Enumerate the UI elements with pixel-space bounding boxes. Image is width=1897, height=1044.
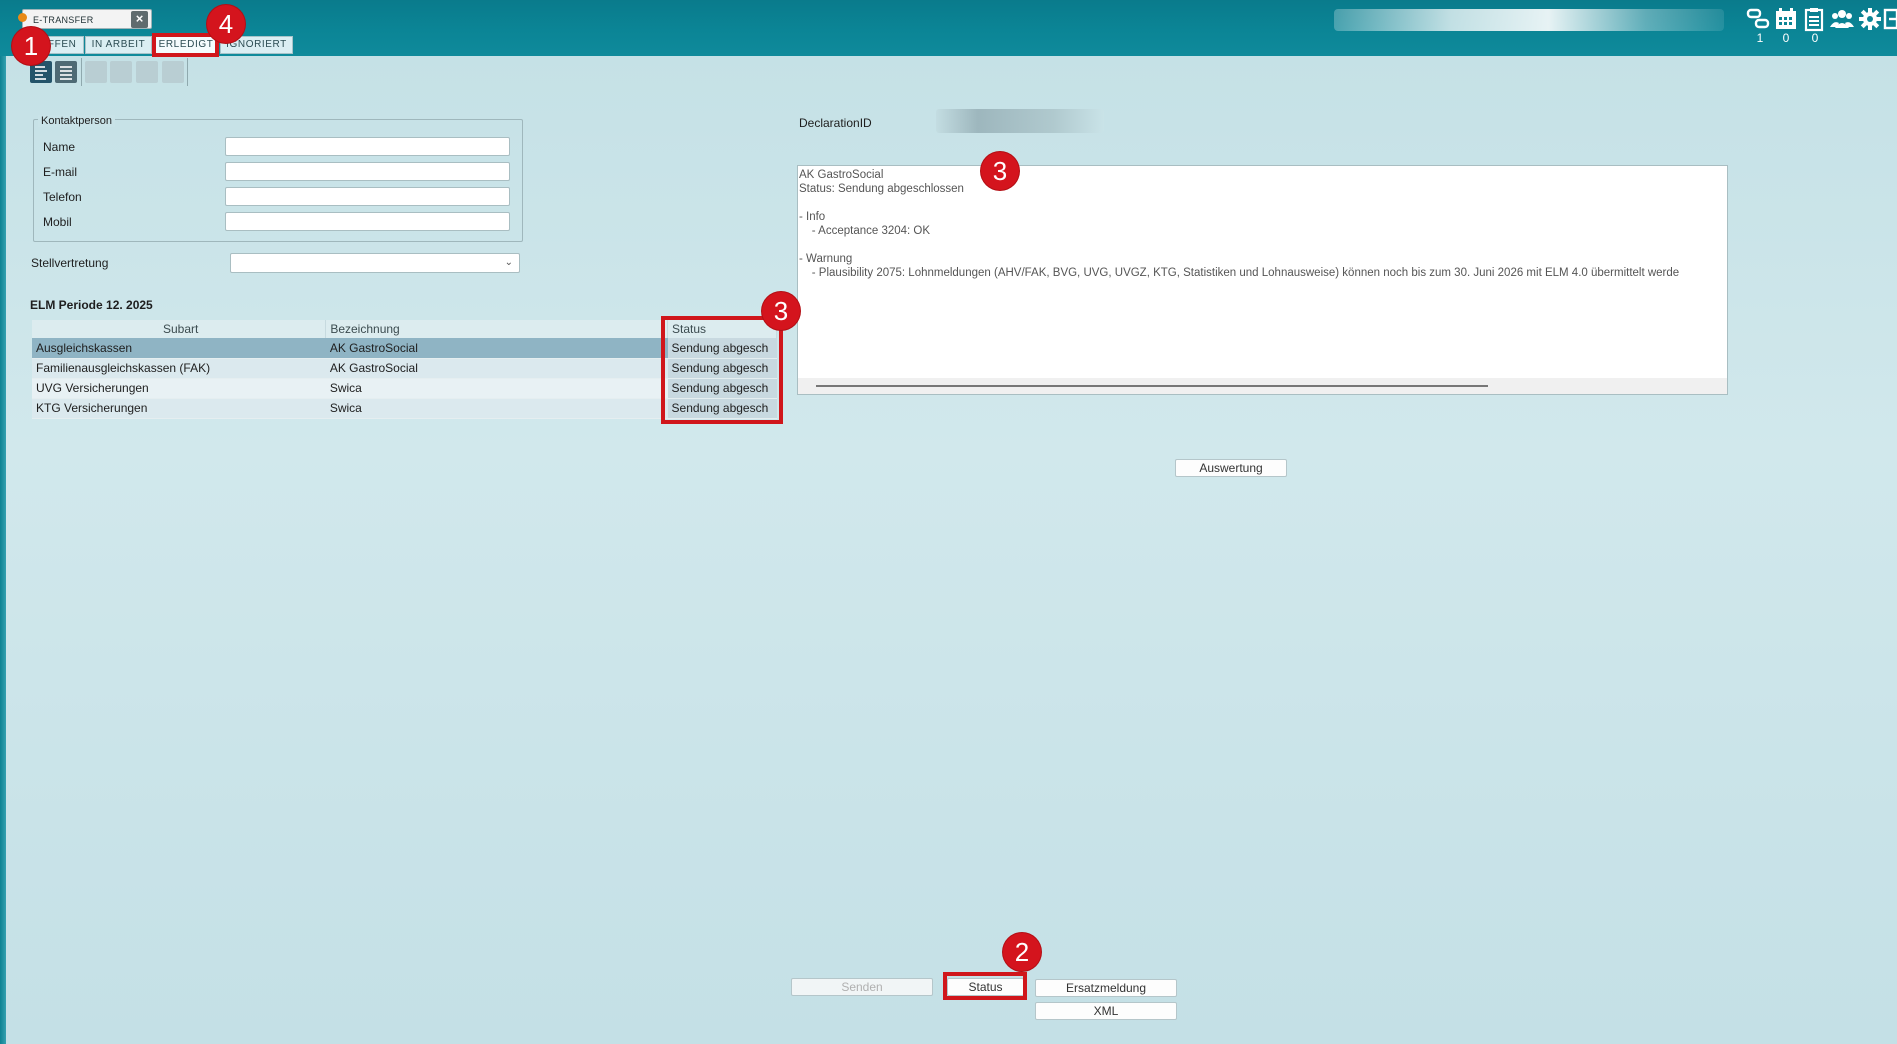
name-field[interactable] xyxy=(225,137,510,156)
log-line: - Acceptance 3204: OK xyxy=(799,225,931,237)
scrollbar-thumb[interactable] xyxy=(816,385,1488,387)
toolbar-divider xyxy=(81,58,82,86)
cell-bezeichnung: AK GastroSocial xyxy=(325,358,668,379)
step-marker-4: 4 xyxy=(207,5,245,43)
users-icon[interactable] xyxy=(1829,6,1855,32)
toolbar-button-disabled[interactable] xyxy=(110,61,132,83)
stellvertretung-select[interactable]: ⌄ xyxy=(230,253,520,273)
cell-bezeichnung: Swica xyxy=(325,398,668,419)
declaration-id-value-redacted xyxy=(936,109,1104,133)
ersatzmeldung-button[interactable]: Ersatzmeldung xyxy=(1035,979,1177,997)
close-icon[interactable]: × xyxy=(131,11,148,28)
status-log-textarea[interactable]: AK GastroSocial Status: Sendung abgeschl… xyxy=(797,165,1728,395)
list-view-icon[interactable] xyxy=(55,61,77,83)
elm-period-title: ELM Periode 12. 2025 xyxy=(30,298,153,312)
log-line: - Plausibility 2075: Lohnmeldungen (AHV/… xyxy=(799,267,1680,279)
gear-icon[interactable] xyxy=(1857,6,1883,32)
clipboard-count: 0 xyxy=(1811,31,1819,45)
mobile-label: Mobil xyxy=(43,215,72,229)
log-line: Status: Sendung abgeschlossen xyxy=(799,183,964,195)
column-header-bezeichnung[interactable]: Bezeichnung xyxy=(325,320,669,338)
toolbar-button-disabled[interactable] xyxy=(85,61,107,83)
cell-subart: UVG Versicherungen xyxy=(32,378,326,399)
calendar-count: 0 xyxy=(1782,31,1790,45)
step-marker-3: 3 xyxy=(762,292,800,330)
cell-subart: Familienausgleichskassen (FAK) xyxy=(32,358,326,379)
phone-label: Telefon xyxy=(43,190,82,204)
step-marker-1: 1 xyxy=(12,27,50,65)
window-tab-title: E-TRANSFER xyxy=(33,15,94,25)
senden-button[interactable]: Senden xyxy=(791,978,933,996)
log-line: - Warnung xyxy=(799,253,853,265)
search-field[interactable] xyxy=(1334,9,1724,31)
xml-button[interactable]: XML xyxy=(1035,1002,1177,1020)
cell-subart: Ausgleichskassen xyxy=(32,338,326,359)
window-tab-dot-icon xyxy=(18,13,27,22)
contact-legend: Kontaktperson xyxy=(38,115,115,127)
column-header-subart[interactable]: Subart xyxy=(32,320,327,338)
horizontal-scrollbar[interactable] xyxy=(798,378,1727,394)
phone-field[interactable] xyxy=(225,187,510,206)
highlight-erledigt-tab xyxy=(152,33,219,57)
declaration-id-label: DeclarationID xyxy=(799,116,872,130)
calendar-icon[interactable] xyxy=(1773,6,1799,32)
highlight-status-button xyxy=(943,972,1027,1000)
stellvertretung-label: Stellvertretung xyxy=(31,256,109,270)
tab-in-arbeit[interactable]: IN ARBEIT xyxy=(85,36,152,54)
toolbar-button-disabled[interactable] xyxy=(162,61,184,83)
mobile-field[interactable] xyxy=(225,212,510,231)
highlight-status-column xyxy=(661,316,783,424)
logout-icon[interactable] xyxy=(1883,6,1897,32)
step-marker-2: 2 xyxy=(1003,933,1041,971)
auswertung-button[interactable]: Auswertung xyxy=(1175,459,1287,477)
route-icon[interactable] xyxy=(1745,6,1771,32)
email-label: E-mail xyxy=(43,165,78,179)
step-marker-3: 3 xyxy=(981,152,1019,190)
log-line: AK GastroSocial xyxy=(799,169,884,181)
route-count: 1 xyxy=(1756,31,1764,45)
cell-bezeichnung: AK GastroSocial xyxy=(325,338,668,359)
cell-bezeichnung: Swica xyxy=(325,378,668,399)
clipboard-icon[interactable] xyxy=(1801,6,1827,32)
email-field[interactable] xyxy=(225,162,510,181)
toolbar-button-disabled[interactable] xyxy=(136,61,158,83)
name-label: Name xyxy=(43,140,76,154)
log-line: - Info xyxy=(799,211,826,223)
cell-subart: KTG Versicherungen xyxy=(32,398,326,419)
chevron-down-icon: ⌄ xyxy=(504,257,513,268)
toolbar-divider xyxy=(187,58,188,86)
